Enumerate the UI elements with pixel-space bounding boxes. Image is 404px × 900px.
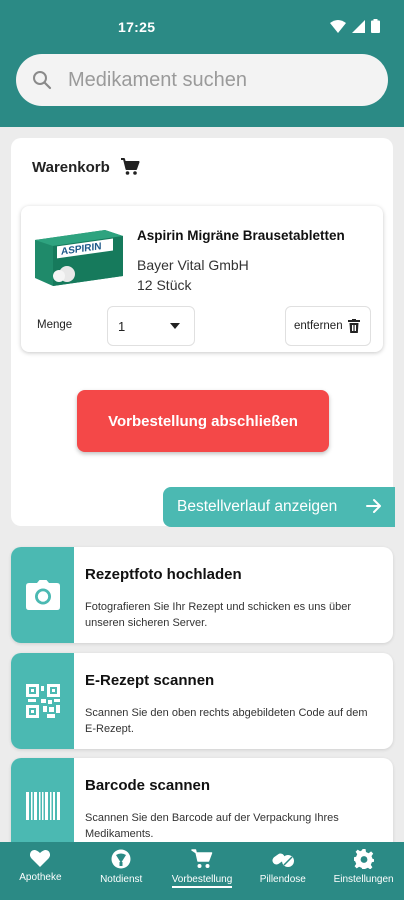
shopping-cart-icon	[120, 158, 140, 175]
search-input[interactable]	[68, 68, 368, 92]
order-history-button[interactable]: Bestellverlauf anzeigen	[163, 487, 395, 527]
heart-icon	[30, 850, 51, 867]
cart-icon	[191, 849, 213, 868]
upload-prescription-title: Rezeptfoto hochladen	[85, 566, 242, 583]
scan-barcode-card[interactable]: Barcode scannen Scannen Sie den Barcode …	[11, 758, 393, 854]
scan-barcode-icon-area	[11, 758, 74, 854]
product-name: Aspirin Migräne Brausetabletten	[137, 228, 345, 243]
product-manufacturer: Bayer Vital GmbH	[137, 257, 249, 273]
nav-label-pillendose: Pillendose	[259, 874, 306, 885]
emergency-icon	[111, 849, 131, 869]
scan-barcode-description: Scannen Sie den Barcode auf der Verpacku…	[85, 812, 339, 840]
scan-erezept-title: E-Rezept scannen	[85, 672, 215, 689]
nav-label-notdienst: Notdienst	[100, 874, 143, 885]
nav-label-vorbestellung: Vorbestellung	[171, 874, 233, 888]
scan-barcode-title: Barcode scannen	[85, 777, 211, 794]
nav-item-einstellungen[interactable]: Einstellungen	[323, 842, 404, 900]
nav-label-einstellungen: Einstellungen	[333, 874, 394, 885]
scan-erezept-card[interactable]: E-Rezept scannen Scannen Sie den oben re…	[11, 653, 393, 749]
quantity-label: Menge	[37, 319, 73, 331]
scan-erezept-icon-area	[11, 653, 74, 749]
upload-prescription-card[interactable]: Rezeptfoto hochladen Fotografieren Sie I…	[11, 547, 393, 643]
remove-button[interactable]: entfernen	[285, 306, 371, 346]
upload-prescription-icon-area	[11, 547, 74, 643]
product-image: ASPIRIN	[35, 230, 123, 286]
status-bar: 17:25	[0, 0, 404, 52]
cart-header: Warenkorb	[32, 158, 140, 176]
camera-icon	[25, 580, 60, 610]
barcode-icon	[25, 792, 60, 820]
nav-item-apotheke[interactable]: Apotheke	[0, 842, 81, 900]
search-bar[interactable]	[16, 54, 388, 106]
cart-item: ASPIRIN Aspirin Migräne Brausetabletten …	[21, 206, 383, 352]
quantity-dropdown[interactable]: 1	[107, 306, 195, 346]
complete-preorder-button[interactable]: Vorbestellung abschließen	[77, 390, 329, 452]
arrow-right-icon	[366, 499, 381, 513]
scan-erezept-description: Scannen Sie den oben rechts abgebildeten…	[85, 707, 368, 735]
nav-item-notdienst[interactable]: Notdienst	[81, 842, 162, 900]
status-time: 17:25	[118, 19, 156, 35]
remove-label: entfernen	[294, 320, 343, 332]
product-package-size: 12 Stück	[137, 277, 192, 293]
gear-icon	[353, 849, 374, 869]
qr-code-icon	[25, 684, 60, 718]
bottom-navigation: Apotheke Notdienst Vorbestellung Pillend…	[0, 842, 404, 900]
cart-title: Warenkorb	[32, 158, 110, 176]
upload-prescription-description: Fotografieren Sie Ihr Rezept und schicke…	[85, 601, 351, 629]
nav-label-apotheke: Apotheke	[19, 872, 62, 883]
battery-icon	[371, 19, 380, 33]
dropdown-arrow-icon	[170, 323, 180, 329]
order-history-label: Bestellverlauf anzeigen	[177, 498, 338, 515]
nav-item-vorbestellung[interactable]: Vorbestellung	[162, 842, 243, 900]
quantity-value: 1	[118, 318, 126, 334]
nav-item-pillendose[interactable]: Pillendose	[242, 842, 323, 900]
status-icons	[330, 19, 380, 33]
pills-icon	[272, 853, 294, 867]
signal-icon	[352, 19, 365, 33]
cart-panel: Warenkorb ASPIRIN Aspirin Migräne Brause…	[11, 138, 395, 527]
top-bar: 17:25	[0, 0, 404, 127]
search-icon	[33, 71, 52, 90]
trash-icon	[348, 319, 360, 333]
wifi-icon	[330, 19, 346, 33]
